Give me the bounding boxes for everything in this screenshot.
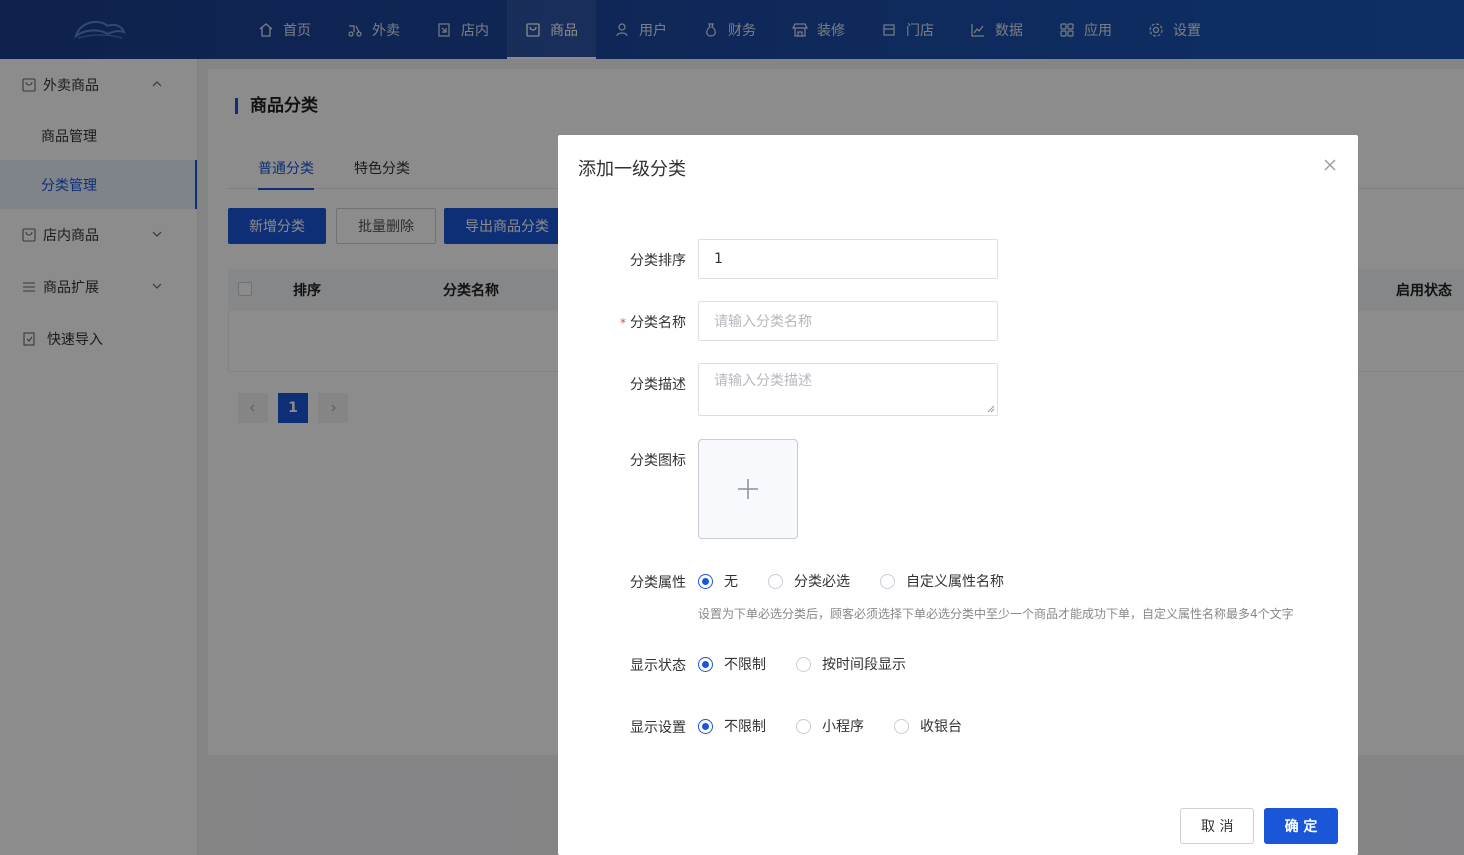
display-setting-radio-cashier[interactable]: 收银台 [894, 716, 962, 736]
display-status-radio-group: 不限制 按时间段显示 [698, 654, 936, 674]
add-category-dialog: 添加一级分类 分类排序 1 * 分类名称 请输入分类名称 分类描述 请输入分类描述… [558, 135, 1358, 855]
radio-circle [768, 573, 783, 589]
desc-placeholder: 请输入分类描述 [714, 373, 812, 389]
dialog-title: 添加一级分类 [578, 159, 686, 180]
radio-label: 分类必选 [794, 574, 850, 590]
cancel-button[interactable]: 取 消 [1180, 808, 1255, 844]
field-label-icon: 分类图标 [630, 453, 686, 469]
radio-circle [796, 718, 811, 734]
display-setting-radio-group: 不限制 小程序 收银台 [698, 716, 992, 736]
attr-radio-none[interactable]: 无 [698, 571, 738, 591]
field-label-attr: 分类属性 [630, 575, 686, 591]
required-mark: * [620, 316, 626, 330]
category-name-input[interactable]: 请输入分类名称 [698, 301, 998, 341]
category-desc-textarea[interactable]: 请输入分类描述 [698, 363, 998, 416]
field-label-display-status: 显示状态 [630, 658, 686, 674]
display-setting-radio-unlimited[interactable]: 不限制 [698, 716, 766, 736]
attr-radio-custom[interactable]: 自定义属性名称 [880, 571, 1004, 591]
radio-label: 自定义属性名称 [906, 574, 1004, 590]
radio-label: 按时间段显示 [822, 657, 906, 673]
icon-upload-box[interactable] [698, 439, 798, 539]
radio-label: 无 [724, 574, 738, 590]
radio-circle [894, 718, 909, 734]
field-label-display-setting: 显示设置 [630, 720, 686, 736]
display-setting-radio-miniprogram[interactable]: 小程序 [796, 716, 864, 736]
attr-hint: 设置为下单必选分类后，顾客必须选择下单必选分类中至少一个商品才能成功下单，自定义… [698, 607, 1294, 621]
display-status-radio-unlimited[interactable]: 不限制 [698, 654, 766, 674]
attr-radio-group: 无 分类必选 自定义属性名称 [698, 571, 1034, 591]
close-icon[interactable] [1322, 157, 1338, 173]
radio-circle [796, 656, 811, 672]
radio-circle [698, 718, 713, 734]
attr-radio-required[interactable]: 分类必选 [768, 571, 850, 591]
radio-label: 小程序 [822, 719, 864, 735]
confirm-button[interactable]: 确 定 [1264, 808, 1338, 844]
field-label-sort: 分类排序 [630, 253, 686, 269]
radio-label: 不限制 [724, 657, 766, 673]
radio-circle [698, 573, 713, 589]
sort-input[interactable]: 1 [698, 239, 998, 279]
display-status-radio-timed[interactable]: 按时间段显示 [796, 654, 906, 674]
field-label-desc: 分类描述 [630, 377, 686, 393]
field-label-name: * 分类名称 [620, 312, 686, 332]
radio-label: 不限制 [724, 719, 766, 735]
resize-handle-icon[interactable] [987, 405, 995, 413]
radio-circle [698, 656, 713, 672]
field-label-name-text: 分类名称 [630, 315, 686, 331]
radio-circle [880, 573, 895, 589]
radio-label: 收银台 [920, 719, 962, 735]
plus-icon [738, 479, 758, 499]
